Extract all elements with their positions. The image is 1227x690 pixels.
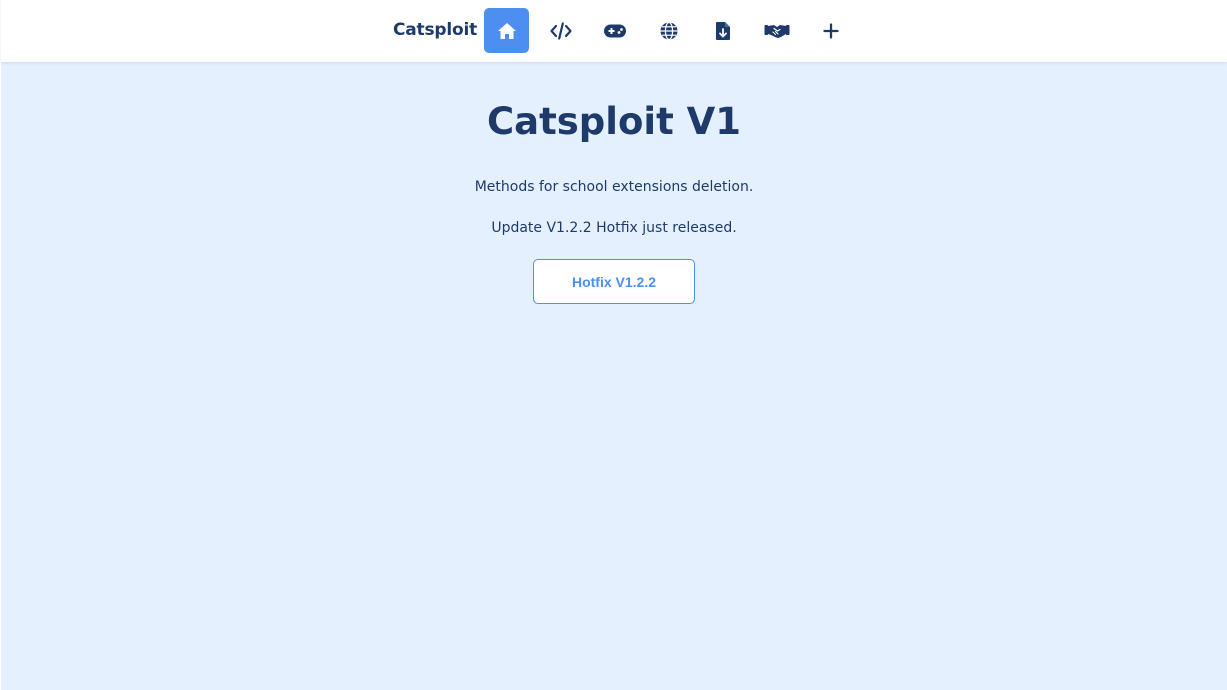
nav-partners-button[interactable] [754,8,799,53]
nav-code-button[interactable] [538,8,583,53]
handshake-icon [764,24,789,38]
home-icon [497,22,516,39]
nav-home-button[interactable] [484,8,529,53]
nav-web-button[interactable] [646,8,691,53]
file-download-icon [715,21,730,40]
nav-more-button[interactable] [808,8,853,53]
top-navbar: Catsploit [1,0,1227,62]
nav-download-button[interactable] [700,8,745,53]
page-title: Catsploit V1 [486,100,742,143]
code-icon [549,21,572,40]
nav-games-button[interactable] [592,8,637,53]
update-notice: Update V1.2.2 Hotfix just released. [491,220,737,236]
plus-icon [822,22,839,39]
page: Catsploit Catsploit V1 Methods for schoo… [1,0,1227,690]
gamepad-icon [603,24,626,37]
page-description: Methods for school extensions deletion. [474,179,754,195]
brand-logo[interactable]: Catsploit [393,20,477,40]
globe-icon [660,21,677,40]
hotfix-button[interactable]: Hotfix V1.2.2 [533,259,695,304]
